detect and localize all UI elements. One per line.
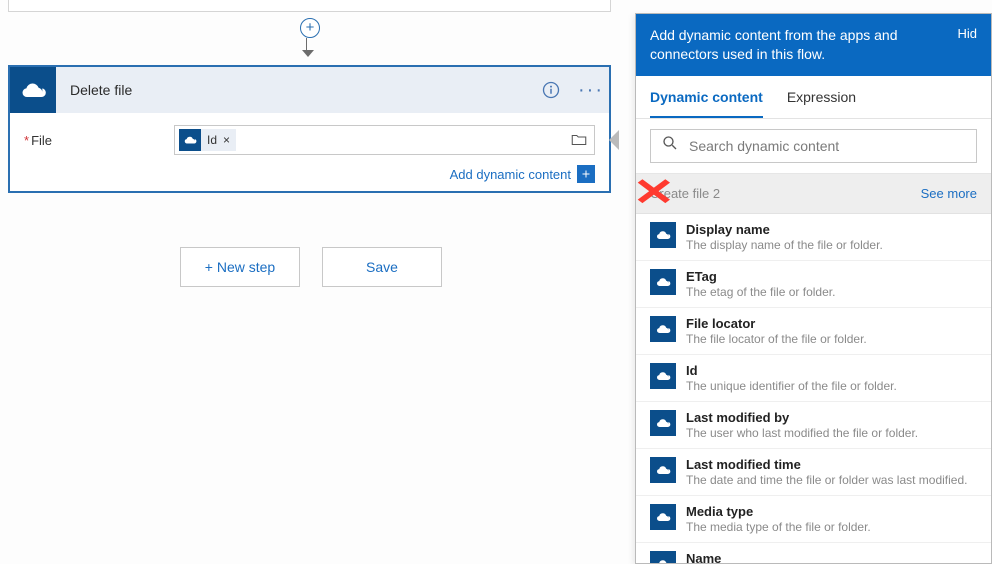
- action-menu-button[interactable]: ···: [581, 80, 601, 100]
- dynamic-content-item-name: Media type: [686, 504, 871, 519]
- tab-dynamic-content[interactable]: Dynamic content: [650, 76, 763, 118]
- dynamic-content-item-desc: The user who last modified the file or f…: [686, 426, 918, 440]
- token-label: Id: [201, 133, 223, 147]
- dynamic-content-item-name: Last modified time: [686, 457, 967, 472]
- new-step-button[interactable]: + New step: [180, 247, 300, 287]
- dynamic-content-item-desc: The file locator of the file or folder.: [686, 332, 867, 346]
- dynamic-content-item-desc: The display name of the file or folder.: [686, 238, 883, 252]
- info-icon[interactable]: [541, 80, 561, 100]
- dynamic-content-item[interactable]: IdThe unique identifier of the file or f…: [636, 355, 991, 402]
- dynamic-content-item-name: Last modified by: [686, 410, 918, 425]
- dynamic-content-item-desc: The media type of the file or folder.: [686, 520, 871, 534]
- dynamic-content-item[interactable]: Display nameThe display name of the file…: [636, 214, 991, 261]
- add-dynamic-content-button[interactable]: [577, 165, 595, 183]
- dynamic-content-item-name: ETag: [686, 269, 835, 284]
- add-dynamic-content-link[interactable]: Add dynamic content: [450, 167, 571, 182]
- insert-step-button[interactable]: +: [300, 18, 320, 38]
- panel-header-message: Add dynamic content from the apps and co…: [650, 26, 940, 64]
- dynamic-content-panel: Add dynamic content from the apps and co…: [635, 13, 992, 564]
- previous-action-card-fragment: [8, 0, 611, 12]
- group-title: Create file 2: [650, 186, 720, 201]
- dynamic-content-item-name: Name: [686, 551, 842, 563]
- panel-hide-button[interactable]: Hid: [949, 26, 977, 41]
- field-label-file: *File: [24, 133, 174, 148]
- dynamic-content-item[interactable]: Media typeThe media type of the file or …: [636, 496, 991, 543]
- dynamic-content-item-desc: The etag of the file or folder.: [686, 285, 835, 299]
- dynamic-content-item[interactable]: ETagThe etag of the file or folder.: [636, 261, 991, 308]
- dynamic-content-item-name: Id: [686, 363, 897, 378]
- onedrive-icon: [10, 67, 56, 113]
- dynamic-content-item[interactable]: File locatorThe file locator of the file…: [636, 308, 991, 355]
- onedrive-icon: [650, 316, 676, 342]
- save-button[interactable]: Save: [322, 247, 442, 287]
- search-box[interactable]: [650, 129, 977, 163]
- onedrive-icon: [650, 551, 676, 563]
- tab-expression[interactable]: Expression: [787, 76, 856, 118]
- action-card-title: Delete file: [70, 82, 132, 98]
- file-input[interactable]: Id ×: [174, 125, 595, 155]
- dynamic-content-item-name: Display name: [686, 222, 883, 237]
- action-card-header[interactable]: Delete file ···: [10, 67, 609, 113]
- onedrive-icon: [650, 269, 676, 295]
- onedrive-icon: [650, 363, 676, 389]
- action-card-delete-file: Delete file ··· *File Id ×: [8, 65, 611, 193]
- onedrive-icon: [650, 410, 676, 436]
- dynamic-content-item[interactable]: Last modified byThe user who last modifi…: [636, 402, 991, 449]
- onedrive-icon: [650, 504, 676, 530]
- dynamic-group-header: ✕ Create file 2 See more: [636, 174, 991, 214]
- dynamic-content-item-desc: The unique identifier of the file or fol…: [686, 379, 897, 393]
- dynamic-content-item-name: File locator: [686, 316, 867, 331]
- token-id[interactable]: Id ×: [179, 129, 236, 151]
- onedrive-icon: [179, 129, 201, 151]
- search-icon: [661, 134, 679, 157]
- dynamic-content-item-desc: The date and time the file or folder was…: [686, 473, 967, 487]
- see-more-link[interactable]: See more: [921, 186, 977, 201]
- onedrive-icon: [650, 222, 676, 248]
- folder-picker-button[interactable]: [570, 131, 588, 154]
- onedrive-icon: [650, 457, 676, 483]
- token-remove-button[interactable]: ×: [223, 133, 236, 147]
- panel-callout-arrow: [609, 130, 619, 150]
- search-input[interactable]: [689, 138, 966, 154]
- dynamic-content-item[interactable]: NameThe name of the file or folder.: [636, 543, 991, 563]
- dynamic-content-item[interactable]: Last modified timeThe date and time the …: [636, 449, 991, 496]
